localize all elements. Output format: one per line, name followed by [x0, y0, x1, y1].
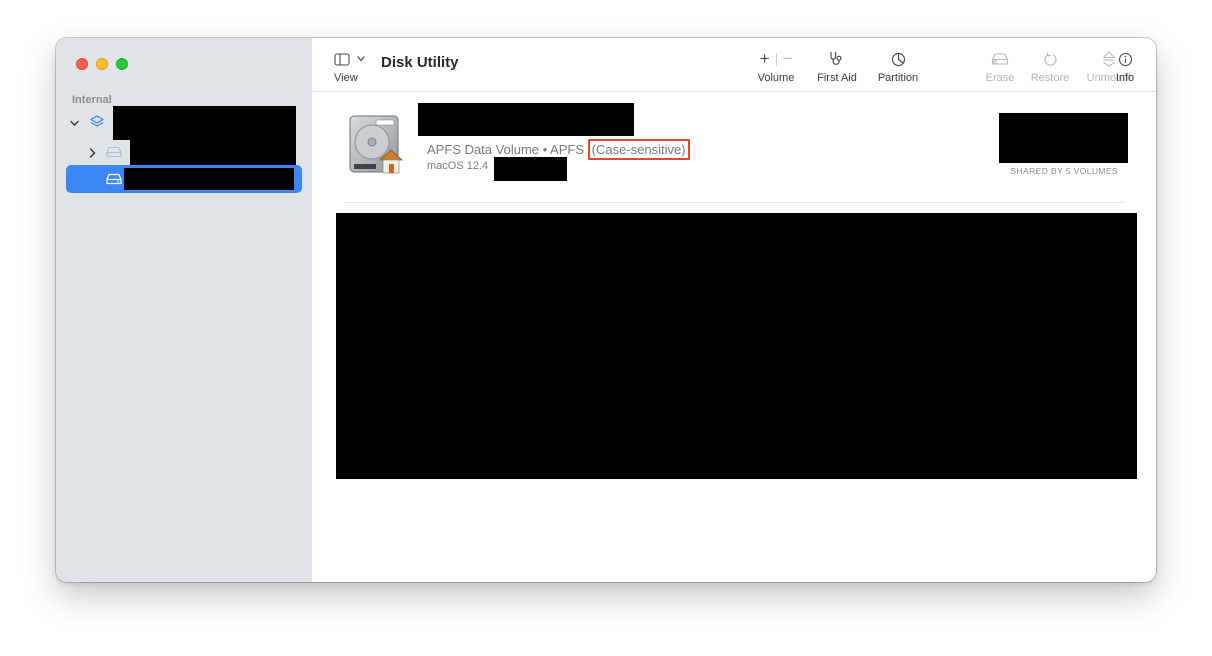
- redacted-volume-title: [418, 103, 634, 136]
- volume-format-line: APFS Data Volume • APFS (Case-sensitive): [427, 139, 690, 160]
- pie-chart-icon: [891, 52, 905, 66]
- restore-label: Restore: [1030, 72, 1070, 84]
- volume-label: Volume: [757, 72, 795, 84]
- info-label: Info: [1115, 72, 1135, 84]
- restore-button[interactable]: Restore: [1028, 50, 1072, 84]
- layers-icon: [90, 115, 104, 127]
- sidebar: Internal: [56, 38, 312, 582]
- chevron-down-icon[interactable]: [70, 120, 79, 127]
- close-button[interactable]: [76, 58, 88, 70]
- first-aid-button[interactable]: First Aid: [814, 50, 860, 84]
- toolbar: View Disk Utility + − Volume First Aid P…: [312, 38, 1156, 92]
- partition-label: Partition: [877, 72, 919, 84]
- redacted-container-name: [113, 106, 296, 140]
- redacted-capacity: [999, 113, 1128, 163]
- filesystem-type: APFS Data Volume • APFS: [427, 142, 585, 157]
- chevron-down-icon: [357, 56, 365, 62]
- separator: [775, 52, 777, 66]
- shared-volumes-label: SHARED BY 5 VOLUMES: [1010, 166, 1118, 176]
- drive-icon: [106, 173, 122, 185]
- window-title: Disk Utility: [381, 54, 459, 71]
- plus-icon[interactable]: +: [760, 50, 770, 68]
- view-button[interactable]: View: [334, 50, 365, 84]
- minimize-button[interactable]: [96, 58, 108, 70]
- sidebar-item-volume-selected[interactable]: [66, 165, 302, 193]
- disk-utility-window: Internal View Disk Utility + − Volume Fi…: [56, 38, 1156, 582]
- redacted-volume-name: [124, 168, 294, 190]
- redacted-os-detail: [494, 157, 567, 181]
- sidebar-item-disk[interactable]: [56, 139, 312, 165]
- first-aid-label: First Aid: [817, 72, 857, 84]
- os-version: macOS 12.4: [427, 160, 489, 172]
- case-sensitive-label: (Case-sensitive): [587, 139, 690, 160]
- home-volume-disk-icon: [349, 115, 404, 174]
- restore-icon: [1043, 51, 1057, 66]
- chevron-right-icon[interactable]: [89, 148, 96, 158]
- partition-button[interactable]: Partition: [874, 50, 922, 84]
- sidebar-section-internal: Internal: [72, 94, 112, 106]
- info-button[interactable]: Info: [1112, 50, 1138, 84]
- drive-icon: [106, 146, 122, 158]
- redacted-usage-details: [336, 213, 1137, 479]
- stethoscope-icon: [830, 51, 842, 65]
- sidebar-item-container[interactable]: [56, 106, 312, 140]
- erase-label: Erase: [985, 72, 1015, 84]
- erase-button[interactable]: Erase: [983, 50, 1017, 84]
- divider: [344, 202, 1124, 203]
- eraser-icon: [991, 53, 1009, 65]
- redacted-disk-name: [130, 139, 296, 165]
- info-icon: [1118, 52, 1132, 66]
- sidebar-toggle-icon: [334, 52, 350, 66]
- volume-button-group: + − Volume: [754, 50, 798, 85]
- minus-icon[interactable]: −: [783, 50, 793, 68]
- view-label: View: [334, 72, 358, 84]
- zoom-button[interactable]: [116, 58, 128, 70]
- main-content: View Disk Utility + − Volume First Aid P…: [312, 38, 1156, 582]
